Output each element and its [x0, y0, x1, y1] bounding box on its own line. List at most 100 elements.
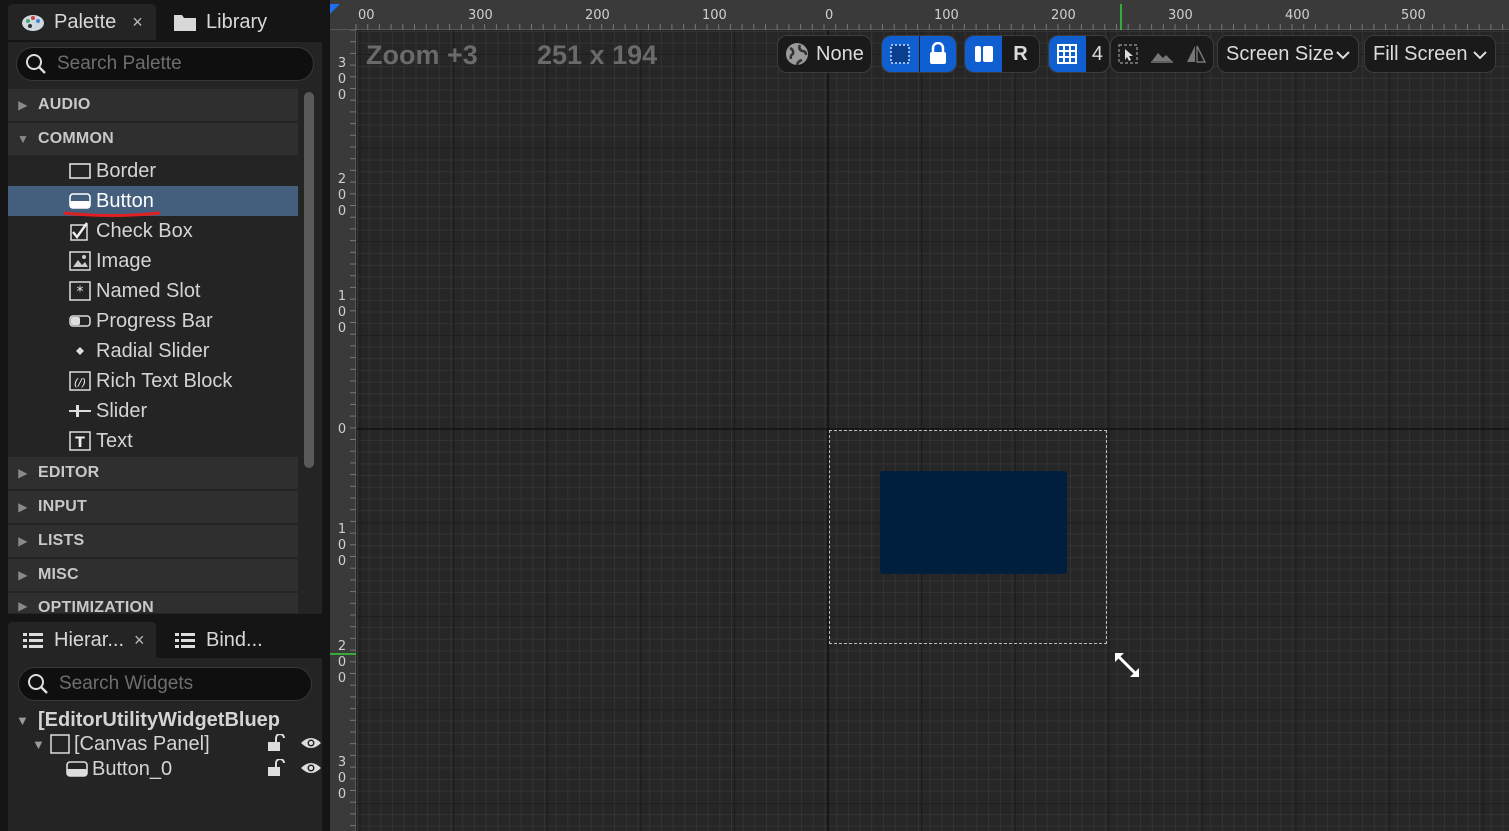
close-icon[interactable]: ×	[134, 630, 145, 651]
ruler-digit: 0	[337, 305, 347, 320]
search-icon	[28, 674, 48, 694]
rtl-preview-button[interactable]: R	[1002, 36, 1039, 72]
ruler-digit: 0	[337, 204, 347, 219]
tab-bind-widgets[interactable]: Bind...	[160, 622, 300, 658]
tree-canvas-panel[interactable]: ▼ [Canvas Panel]	[32, 732, 210, 756]
screen-size-dropdown[interactable]: Screen Size	[1217, 35, 1359, 73]
top-ruler: 00 300 200 100 0 100 200 300 400 500	[330, 0, 1509, 30]
palette-item-progress-bar[interactable]: Progress Bar	[8, 306, 298, 336]
palette-item-named-slot[interactable]: * Named Slot	[8, 276, 298, 306]
ruler-left-label: 100	[336, 289, 348, 337]
background-image-button[interactable]	[1145, 36, 1179, 72]
ruler-digit: 2	[337, 639, 347, 654]
palette-item-checkbox[interactable]: Check Box	[8, 216, 298, 246]
ruler-digit: 1	[337, 522, 347, 537]
tree-button-0[interactable]: Button_0	[66, 757, 172, 781]
svg-text:*: *	[77, 284, 84, 300]
expand-arrow-icon: ▶	[18, 98, 28, 112]
chevron-down-icon	[1473, 43, 1487, 66]
palette-item-border[interactable]: Border	[8, 156, 298, 186]
radial-slider-icon	[68, 341, 92, 361]
button-widget-preview[interactable]	[880, 471, 1067, 574]
category-lists-label: LISTS	[38, 532, 85, 549]
category-input[interactable]: ▶ INPUT	[8, 491, 298, 523]
eye-icon[interactable]	[300, 735, 322, 756]
palette-item-label: Slider	[96, 399, 148, 422]
palette-item-text[interactable]: T Text	[8, 426, 298, 456]
canvas-panel-icon	[50, 734, 70, 754]
button-row-actions	[266, 758, 322, 782]
ruler-digit: 0	[337, 538, 347, 553]
close-icon[interactable]: ×	[132, 12, 143, 33]
selection-outline-button[interactable]	[882, 36, 919, 72]
tab-hierarchy[interactable]: Hierar... ×	[8, 622, 156, 658]
lock-icon	[929, 42, 946, 64]
ruler-digit: 2	[337, 172, 347, 187]
ruler-top-label: 500	[1401, 8, 1426, 23]
designer-viewport[interactable]: 00 300 200 100 0 100 200 300 400 500 300…	[330, 0, 1509, 831]
category-common[interactable]: ▼ COMMON	[8, 123, 298, 155]
widget-layout-button[interactable]	[965, 36, 1002, 72]
pick-cursor-button[interactable]	[1111, 36, 1145, 72]
ruler-left-label: 0	[336, 422, 348, 438]
expand-arrow-icon: ▶	[18, 599, 28, 613]
grid-icon	[1057, 44, 1078, 64]
ruler-digit: 0	[337, 72, 347, 87]
palette-item-radial-slider[interactable]: Radial Slider	[8, 336, 298, 366]
tree-root[interactable]: ▼ [EditorUtilityWidgetBluep	[16, 708, 280, 732]
eye-icon[interactable]	[300, 760, 322, 781]
palette-icon	[20, 11, 46, 33]
category-optimization[interactable]: ▶ OPTIMIZATION	[8, 593, 298, 613]
expand-arrow-icon: ▶	[18, 466, 28, 480]
fill-screen-dropdown[interactable]: Fill Screen	[1364, 35, 1496, 73]
category-audio[interactable]: ▶ AUDIO	[8, 89, 298, 121]
search-icon	[26, 54, 46, 74]
grid-snap-button[interactable]	[1049, 36, 1086, 72]
tab-library[interactable]: Library	[160, 4, 300, 40]
ruler-left-label: 300	[336, 56, 348, 104]
ruler-digit: 1	[337, 289, 347, 304]
widget-search-input[interactable]: Search Widgets	[18, 667, 312, 701]
category-misc-label: MISC	[38, 566, 79, 583]
flip-button[interactable]	[1179, 36, 1213, 72]
palette-search-input[interactable]: Search Palette	[16, 47, 314, 81]
palette-item-label: Named Slot	[96, 279, 201, 302]
unlock-icon[interactable]	[266, 758, 286, 782]
category-lists[interactable]: ▶ LISTS	[8, 525, 298, 557]
palette-item-rich-text-block[interactable]: (/) Rich Text Block	[8, 366, 298, 396]
ruler-digit: 3	[337, 755, 347, 770]
ruler-left-label: 100	[336, 522, 348, 570]
palette-item-label: Image	[96, 249, 152, 272]
palette-item-image[interactable]: Image	[8, 246, 298, 276]
folder-icon	[172, 11, 198, 33]
svg-text:(/): (/)	[74, 376, 86, 389]
resize-handle-icon[interactable]	[1112, 650, 1142, 685]
unlock-icon[interactable]	[266, 733, 286, 757]
palette-scrollbar[interactable]	[304, 92, 314, 468]
palette-item-label: Progress Bar	[96, 309, 213, 332]
category-editor[interactable]: ▶ EDITOR	[8, 457, 298, 489]
named-slot-icon: *	[68, 281, 92, 301]
grid-snap-value[interactable]: 4	[1086, 36, 1109, 72]
layout-icon	[974, 46, 993, 62]
palette-tabbar: Palette × Library	[0, 0, 328, 42]
ruler-top-label: 300	[468, 8, 493, 23]
respect-locks-group: R	[964, 35, 1040, 73]
grid-snap-group: 4	[1048, 35, 1110, 73]
ruler-digit: 0	[337, 422, 347, 437]
category-misc[interactable]: ▶ MISC	[8, 559, 298, 591]
button-icon	[68, 191, 92, 211]
tree-root-label: [EditorUtilityWidgetBluep	[38, 708, 281, 731]
tab-library-label: Library	[206, 10, 268, 33]
palette-item-slider[interactable]: Slider	[8, 396, 298, 426]
localization-preview-dropdown[interactable]: None	[777, 35, 872, 73]
ruler-top-label: 200	[585, 8, 610, 23]
tab-palette[interactable]: Palette ×	[8, 4, 156, 40]
svg-text:T: T	[75, 435, 85, 451]
lock-button[interactable]	[918, 36, 956, 72]
ruler-top-label: 100	[702, 8, 727, 23]
palette-item-label: Check Box	[96, 219, 193, 242]
rich-text-icon: (/)	[68, 371, 92, 391]
ruler-digit: 0	[337, 321, 347, 336]
ruler-top-label: 100	[934, 8, 959, 23]
